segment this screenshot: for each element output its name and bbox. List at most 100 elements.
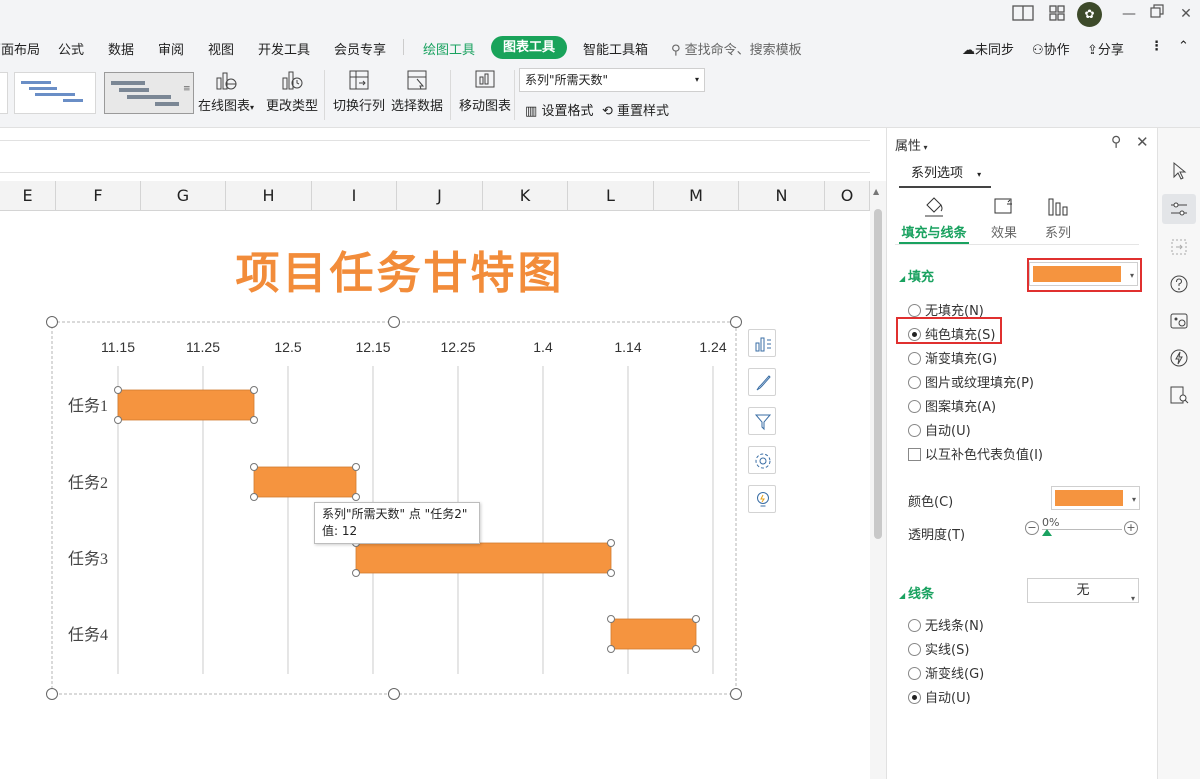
transform-icon[interactable]	[1168, 236, 1190, 258]
x-tick-label: 1.14	[614, 339, 641, 355]
radio-button	[908, 304, 921, 317]
book-search-icon[interactable]	[1168, 384, 1190, 406]
transparency-increase-button[interactable]: +	[1124, 521, 1138, 535]
radio-auto-fill-label: 自动(U)	[925, 424, 971, 439]
radio-gradient-line[interactable]: 渐变线(G)	[908, 663, 984, 682]
share-icon: ⇪	[1087, 43, 1098, 58]
gantt-bar[interactable]	[355, 542, 612, 574]
fill-section-header[interactable]: ◢ 填充	[899, 266, 934, 285]
x-tick-label: 1.24	[699, 339, 726, 355]
image-settings-icon[interactable]	[1168, 310, 1190, 332]
unsynced-button[interactable]: ☁未同步	[962, 39, 1014, 58]
chart-resize-handle[interactable]	[730, 688, 742, 700]
bar-selection-handle	[607, 539, 615, 547]
bar-selection-handle	[250, 386, 258, 394]
x-tick-label: 12.5	[274, 339, 301, 355]
gantt-bar[interactable]	[610, 618, 697, 650]
scroll-up-icon[interactable]: ▲	[873, 187, 879, 196]
properties-sliders-icon[interactable]	[1168, 198, 1190, 220]
series-options-dropdown[interactable]: 系列选项 ▾	[899, 160, 991, 188]
transparency-slider-handle[interactable]	[1042, 529, 1052, 536]
chart-settings-button[interactable]	[748, 446, 776, 474]
gantt-bar[interactable]	[117, 389, 255, 421]
x-tick-label: 12.15	[355, 339, 390, 355]
collapse-ribbon-icon[interactable]: ⌃	[1178, 39, 1189, 54]
close-panel-icon[interactable]: ✕	[1136, 133, 1149, 151]
chart-elements-button[interactable]	[748, 329, 776, 357]
tab-series-label: 系列	[1044, 226, 1071, 241]
cursor-icon[interactable]	[1168, 160, 1190, 182]
close-icon[interactable]: ✕	[1175, 4, 1197, 24]
brush-icon	[756, 375, 771, 391]
chevron-down-icon: ▾	[1131, 495, 1136, 504]
reading-mode-icon[interactable]	[1012, 4, 1034, 24]
minimize-icon[interactable]: —	[1118, 4, 1140, 24]
tooltip-series-point: 系列"所需天数" 点 "任务2"	[322, 507, 468, 521]
bar-selection-handle	[352, 493, 360, 501]
chart-resize-handle[interactable]	[730, 316, 742, 328]
chart-smart-button[interactable]	[748, 485, 776, 513]
chart-filter-button[interactable]	[748, 407, 776, 435]
radio-gradient-fill[interactable]: 渐变填充(G)	[908, 348, 997, 367]
radio-auto-line[interactable]: 自动(U)	[908, 687, 971, 706]
help-icon[interactable]	[1168, 273, 1190, 295]
radio-solid-line[interactable]: 实线(S)	[908, 639, 969, 658]
y-category-label: 任务1	[68, 397, 108, 415]
radio-pattern-fill[interactable]: 图案填充(A)	[908, 396, 996, 415]
line-type-select[interactable]: 无 ▾	[1027, 578, 1139, 603]
x-tick-label: 11.25	[186, 339, 220, 355]
radio-button-selected	[908, 691, 921, 704]
radio-picture-fill-label: 图片或纹理填充(P)	[925, 376, 1034, 391]
bar-selection-handle	[692, 645, 700, 653]
transparency-value: 0%	[1042, 516, 1060, 529]
radio-pattern-fill-label: 图案填充(A)	[925, 400, 997, 415]
person-icon: ⚇	[1032, 43, 1044, 58]
transparency-decrease-button[interactable]: −	[1025, 521, 1039, 535]
scrollbar-thumb[interactable]	[874, 209, 882, 539]
bar-selection-handle	[607, 615, 615, 623]
bar-selection-handle	[607, 569, 615, 577]
collaborate-button[interactable]: ⚇协作	[1032, 39, 1070, 58]
tab-effects-label: 效果	[990, 226, 1017, 241]
radio-button	[908, 400, 921, 413]
invert-negative-checkbox[interactable]: 以互补色代表负值(I)	[908, 444, 1043, 463]
chart-resize-handle[interactable]	[46, 316, 58, 328]
chart-resize-handle[interactable]	[388, 316, 400, 328]
collaborate-label: 协作	[1043, 43, 1070, 58]
series-options-label: 系列选项	[911, 166, 964, 181]
effects-icon	[994, 198, 1012, 214]
highlight-box-solid-fill	[896, 317, 1002, 344]
radio-no-line[interactable]: 无线条(N)	[908, 615, 984, 634]
pin-icon[interactable]: ⚲	[1111, 134, 1121, 150]
user-avatar[interactable]: ✿	[1077, 2, 1102, 27]
chart-resize-handle[interactable]	[46, 688, 58, 700]
color-picker[interactable]: ▾	[1051, 486, 1140, 510]
y-category-label: 任务4	[68, 626, 108, 644]
panel-title[interactable]: 属性 ▾	[895, 135, 928, 154]
gantt-chart[interactable]: 11.15 11.25 12.5 12.15 12.25 1.4 1.14 1.24 任务1 任务…	[0, 0, 870, 779]
radio-auto-line-label: 自动(U)	[925, 691, 971, 706]
chart-resize-handle[interactable]	[388, 688, 400, 700]
tab-fill-and-line[interactable]: 填充与线条	[899, 196, 969, 241]
smart-bolt-icon[interactable]	[1168, 347, 1190, 369]
grid-apps-icon[interactable]	[1046, 4, 1068, 24]
transparency-slider[interactable]	[1042, 529, 1122, 530]
share-button[interactable]: ⇪分享	[1087, 39, 1124, 58]
more-menu-icon[interactable]: ⋮	[1150, 39, 1163, 54]
radio-gradient-fill-label: 渐变填充(G)	[925, 352, 998, 367]
chart-style-button[interactable]	[748, 368, 776, 396]
radio-picture-fill[interactable]: 图片或纹理填充(P)	[908, 372, 1034, 391]
radio-auto-fill[interactable]: 自动(U)	[908, 420, 971, 439]
restore-icon[interactable]	[1146, 4, 1168, 24]
checkbox	[908, 448, 921, 461]
highlight-box-fill-color	[1027, 258, 1142, 292]
vertical-scrollbar[interactable]: ▲	[870, 181, 886, 779]
x-tick-label: 11.15	[101, 339, 135, 355]
gantt-bar[interactable]	[253, 466, 357, 498]
bar-selection-handle	[692, 615, 700, 623]
radio-button	[908, 667, 921, 680]
tab-series[interactable]: 系列	[1023, 196, 1093, 241]
radio-solid-line-label: 实线(S)	[925, 643, 970, 658]
line-section-header[interactable]: ◢ 线条	[899, 583, 934, 602]
radio-button	[908, 619, 921, 632]
